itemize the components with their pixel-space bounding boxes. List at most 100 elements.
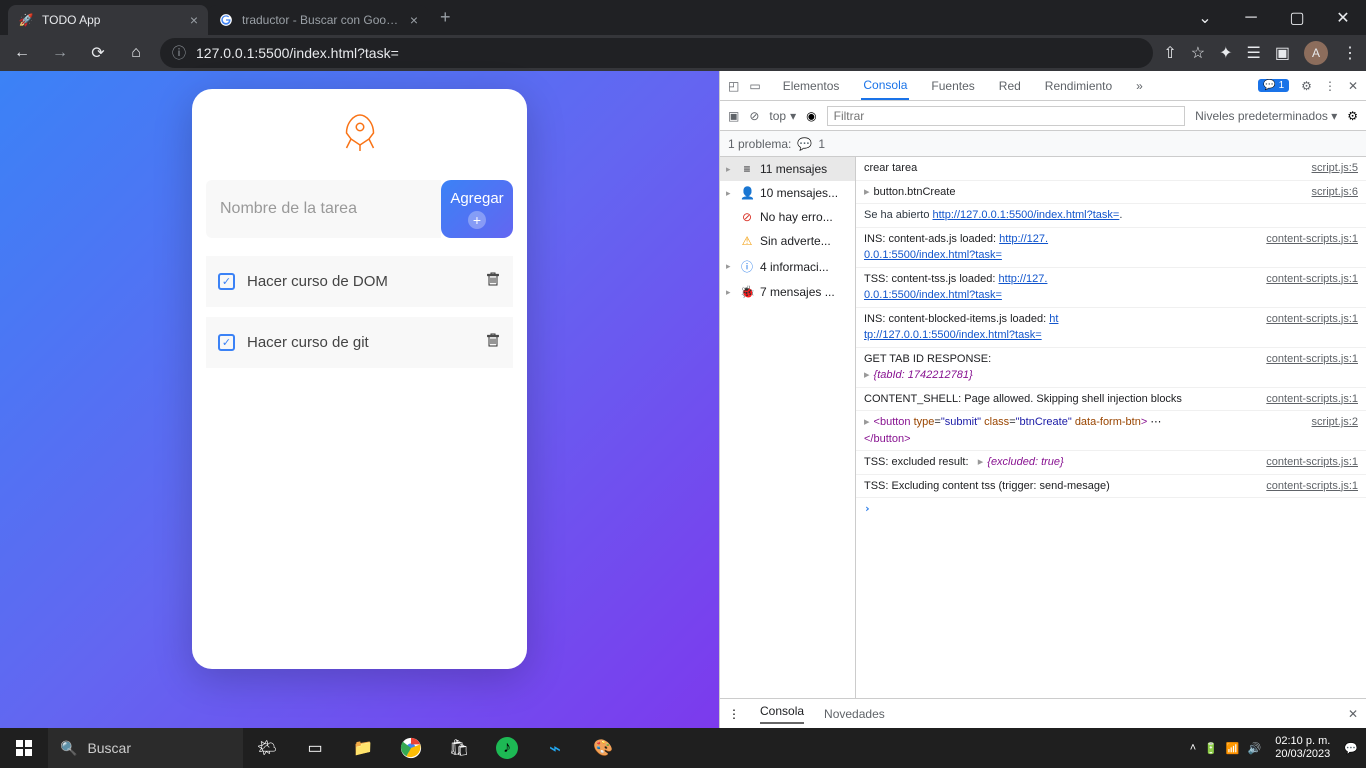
drawer-menu-icon[interactable]: ⋮: [728, 707, 740, 721]
info-icon[interactable]: ⓘ: [172, 43, 186, 63]
sidebar-item[interactable]: ⚠Sin adverte...: [720, 229, 855, 253]
spotify-icon[interactable]: ♪: [483, 728, 531, 768]
sidebar-toggle-icon[interactable]: ▣: [728, 109, 739, 123]
date-text: 20/03/2023: [1275, 748, 1330, 761]
taskbar-apps: 🌤 ▭ 📁 🛍 ♪ ⌁ 🎨: [243, 728, 627, 768]
reading-list-icon[interactable]: ☰: [1247, 43, 1261, 63]
task-list[interactable]: ✓ Hacer curso de DOM ✓ Hacer curso de gi…: [206, 256, 513, 655]
checkbox-icon[interactable]: ✓: [218, 334, 235, 351]
gear-icon[interactable]: ⚙: [1347, 109, 1358, 123]
google-icon: [218, 12, 234, 28]
sidebar-item[interactable]: ⊘No hay erro...: [720, 205, 855, 229]
reload-button[interactable]: ⟳: [84, 39, 112, 67]
close-tab-icon[interactable]: ×: [410, 12, 418, 28]
tab-network[interactable]: Red: [997, 73, 1023, 99]
side-panel-icon[interactable]: ▣: [1275, 43, 1290, 63]
address-bar[interactable]: ⓘ 127.0.0.1:5500/index.html?task=: [160, 38, 1153, 68]
url-text: 127.0.0.1:5500/index.html?task=: [196, 45, 399, 61]
console-output[interactable]: crear tareascript.js:5 ▸▸ button.btnCrea…: [856, 157, 1366, 698]
sidebar-item[interactable]: ▸🐞7 mensajes ...: [720, 280, 855, 304]
task-name-input[interactable]: [206, 180, 441, 238]
sidebar-item[interactable]: ▸👤10 mensajes...: [720, 181, 855, 205]
start-button[interactable]: [0, 728, 48, 768]
browser-tab[interactable]: traductor - Buscar con Google ×: [208, 5, 428, 35]
devtools-panel: ◰ ▭ Elementos Consola Fuentes Red Rendim…: [719, 71, 1366, 728]
log-entry: ▸▸ button.btnCreatebutton.btnCreatescrip…: [856, 181, 1366, 205]
more-tabs-icon[interactable]: »: [1134, 73, 1145, 99]
page-viewport: Agregar + ✓ Hacer curso de DOM ✓ Hacer c…: [0, 71, 719, 728]
close-tab-icon[interactable]: ×: [190, 12, 198, 28]
user-icon: 👤: [740, 186, 754, 200]
sidebar-item[interactable]: ▸≡11 mensajes: [720, 157, 855, 181]
browser-tab-active[interactable]: 🚀 TODO App ×: [8, 5, 208, 35]
minimize-button[interactable]: ─: [1228, 0, 1274, 35]
bookmark-icon[interactable]: ☆: [1191, 43, 1205, 63]
trash-icon[interactable]: [485, 331, 501, 354]
menu-icon[interactable]: ⋮: [1342, 43, 1358, 63]
tab-sources[interactable]: Fuentes: [929, 73, 976, 99]
filter-input[interactable]: [827, 106, 1186, 126]
live-expression-icon[interactable]: ◉: [806, 109, 816, 123]
close-drawer-icon[interactable]: ✕: [1348, 707, 1358, 721]
home-button[interactable]: ⌂: [122, 39, 150, 67]
drawer-tab-console[interactable]: Consola: [760, 704, 804, 724]
kebab-menu-icon[interactable]: ⋮: [1324, 79, 1336, 93]
chevron-down-icon[interactable]: ⌄: [1182, 0, 1228, 35]
tab-console[interactable]: Consola: [861, 72, 909, 100]
vscode-icon[interactable]: ⌁: [531, 728, 579, 768]
tab-elements[interactable]: Elementos: [781, 73, 842, 99]
extensions-icon[interactable]: ✦: [1219, 43, 1232, 63]
tray-chevron-icon[interactable]: ˄: [1190, 742, 1196, 754]
log-levels-selector[interactable]: Niveles predeterminados ▾: [1195, 109, 1337, 123]
inspect-icon[interactable]: ◰: [728, 79, 739, 93]
profile-avatar[interactable]: A: [1304, 41, 1328, 65]
share-icon[interactable]: ⇧: [1163, 43, 1176, 63]
clock[interactable]: 02:10 p. m. 20/03/2023: [1269, 735, 1336, 761]
close-window-button[interactable]: ✕: [1320, 0, 1366, 35]
chrome-icon[interactable]: [387, 728, 435, 768]
wifi-icon[interactable]: 📶: [1226, 742, 1240, 755]
tab-performance[interactable]: Rendimiento: [1043, 73, 1114, 99]
task-item: ✓ Hacer curso de git: [206, 317, 513, 368]
tab-title: TODO App: [42, 13, 182, 27]
console-prompt[interactable]: ›: [856, 498, 1366, 519]
battery-icon[interactable]: 🔋: [1204, 742, 1218, 755]
taskbar-search[interactable]: 🔍 Buscar: [48, 728, 243, 768]
drawer-tab-whatsnew[interactable]: Novedades: [824, 707, 885, 721]
file-explorer-icon[interactable]: 📁: [339, 728, 387, 768]
notifications-icon[interactable]: 💬: [1344, 742, 1358, 755]
search-placeholder: Buscar: [87, 740, 131, 756]
list-icon: ≡: [740, 162, 754, 176]
tab-title: traductor - Buscar con Google: [242, 13, 402, 27]
nav-link[interactable]: http://127.0.0.1:5500/index.html?task=: [933, 209, 1120, 221]
issues-badge[interactable]: 💬 1: [1258, 79, 1289, 92]
log-entry: crear tareascript.js:5: [856, 157, 1366, 181]
window-controls: ⌄ ─ ▢ ✕: [1182, 0, 1366, 35]
trash-icon[interactable]: [485, 270, 501, 293]
log-entry: TSS: Excluding content tss (trigger: sen…: [856, 475, 1366, 499]
paint-icon[interactable]: 🎨: [579, 728, 627, 768]
sidebar-item[interactable]: ▸ⓘ4 informaci...: [720, 253, 855, 280]
weather-icon[interactable]: 🌤: [243, 728, 291, 768]
context-selector[interactable]: top ▾: [769, 109, 796, 123]
task-view-icon[interactable]: ▭: [291, 728, 339, 768]
task-text: Hacer curso de DOM: [247, 273, 473, 290]
volume-icon[interactable]: 🔊: [1248, 742, 1262, 755]
new-tab-button[interactable]: +: [428, 7, 463, 28]
system-tray: ˄ 🔋 📶 🔊 02:10 p. m. 20/03/2023 💬: [1182, 735, 1366, 761]
clear-console-icon[interactable]: ⊘: [749, 109, 759, 123]
forward-button[interactable]: →: [46, 39, 74, 67]
problems-bar[interactable]: 1 problema: 💬 1: [720, 131, 1366, 157]
log-entry: TSS: content-tss.js loaded: http://127.0…: [856, 268, 1366, 308]
maximize-button[interactable]: ▢: [1274, 0, 1320, 35]
close-devtools-icon[interactable]: ✕: [1348, 79, 1358, 93]
devtools-body: ▸≡11 mensajes ▸👤10 mensajes... ⊘No hay e…: [720, 157, 1366, 698]
info-icon: ⓘ: [740, 258, 754, 275]
add-task-button[interactable]: Agregar +: [441, 180, 513, 238]
device-toggle-icon[interactable]: ▭: [749, 79, 760, 93]
task-item: ✓ Hacer curso de DOM: [206, 256, 513, 307]
back-button[interactable]: ←: [8, 39, 36, 67]
store-icon[interactable]: 🛍: [435, 728, 483, 768]
checkbox-icon[interactable]: ✓: [218, 273, 235, 290]
gear-icon[interactable]: ⚙: [1301, 79, 1312, 93]
